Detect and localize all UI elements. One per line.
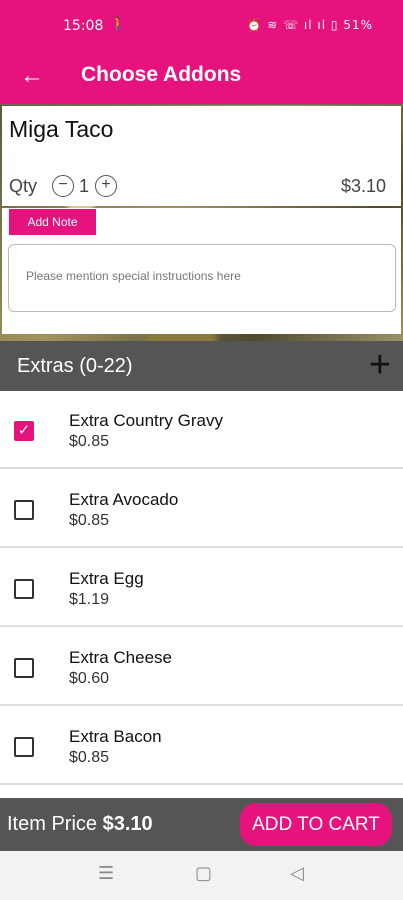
checkbox[interactable] [14, 658, 34, 678]
item-price-value: $3.10 [102, 813, 153, 835]
list-item[interactable]: Extra Bacon $0.85 [0, 707, 403, 785]
plus-circle-icon[interactable]: + [95, 175, 117, 197]
extra-price: $0.85 [69, 749, 110, 766]
extra-name: Extra Bacon [69, 727, 162, 746]
home-icon[interactable]: ▢ [195, 863, 212, 884]
extra-price: $0.85 [69, 512, 110, 529]
item-price-summary: Item Price $3.10 [7, 813, 153, 836]
checkbox[interactable] [14, 737, 34, 757]
list-item[interactable]: ✓ Extra Country Gravy $0.85 [0, 391, 403, 469]
list-item[interactable]: Extra Egg $1.19 [0, 549, 403, 627]
extras-header: Extras (0-22) + [0, 341, 403, 391]
system-nav-bar: ☰ ▢ ◁ [0, 851, 403, 900]
note-section: Add Note Please mention special instruct… [2, 208, 401, 334]
status-bar: 15:08 🚶 ⏰ ≋ ☏ ıl ıl ▯ 51% [0, 0, 403, 52]
extras-list: ✓ Extra Country Gravy $0.85 Extra Avocad… [0, 391, 403, 798]
status-icons-glyphs: ⏰ ≋ ☏ ıl ıl ▯ [246, 18, 339, 32]
add-to-cart-button[interactable]: ADD TO CART [240, 803, 392, 846]
extra-name: Extra Cheese [69, 648, 172, 667]
extra-price: $0.60 [69, 670, 110, 687]
battery-percent: 51% [343, 18, 373, 32]
add-note-button[interactable]: Add Note [9, 209, 96, 235]
special-instructions-input[interactable]: Please mention special instructions here [8, 244, 396, 312]
bottom-bar: Item Price $3.10 ADD TO CART [0, 798, 403, 851]
activity-icon: 🚶 [110, 17, 127, 32]
back-triangle-icon[interactable]: ◁ [290, 863, 304, 884]
expand-plus-icon[interactable]: + [369, 346, 391, 384]
item-price-label: Item Price [7, 813, 98, 835]
extra-price: $0.85 [69, 433, 110, 450]
status-time: 15:08 [63, 18, 104, 34]
extra-name: Extra Country Gravy [69, 411, 223, 430]
qty-label: Qty [9, 176, 38, 196]
recents-icon[interactable]: ☰ [98, 863, 114, 884]
extra-price: $1.19 [69, 591, 110, 608]
item-card: Miga Taco Qty − 1 + $3.10 [2, 106, 401, 206]
checkbox-checked[interactable]: ✓ [14, 421, 34, 441]
status-icons: ⏰ ≋ ☏ ıl ıl ▯ 51% [246, 18, 373, 32]
page-title: Choose Addons [81, 63, 242, 86]
list-item[interactable]: Extra Avocado $0.85 [0, 470, 403, 548]
item-price: $3.10 [340, 176, 386, 196]
extras-title: Extras (0-22) [17, 355, 133, 377]
checkbox[interactable] [14, 500, 34, 520]
list-item[interactable]: Extra Cheese $0.60 [0, 628, 403, 706]
item-name: Miga Taco [9, 116, 114, 142]
extra-name: Extra Egg [69, 569, 144, 588]
extra-name: Extra Avocado [69, 490, 179, 509]
qty-value: 1 [79, 176, 90, 196]
arrow-left-icon[interactable]: ← [20, 61, 50, 91]
checkbox[interactable] [14, 579, 34, 599]
app-bar: ← Choose Addons [0, 52, 403, 104]
minus-circle-icon[interactable]: − [52, 175, 74, 197]
